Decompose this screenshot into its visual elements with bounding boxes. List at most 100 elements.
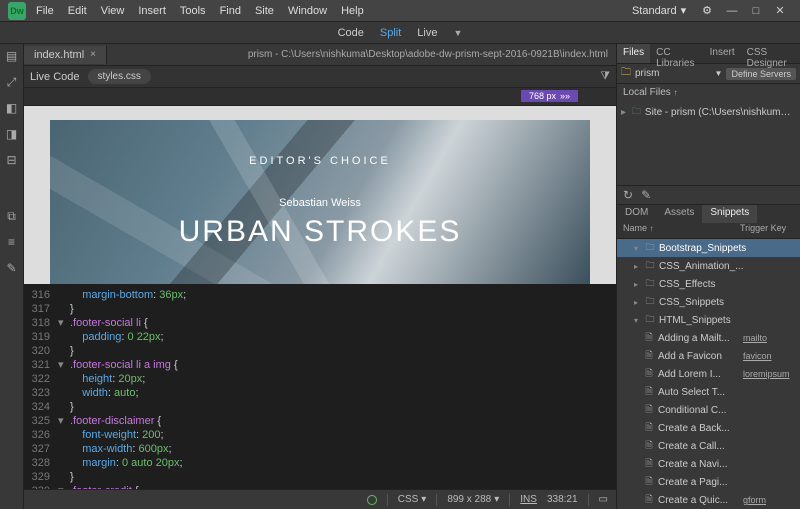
site-root-row[interactable]: ▸ 🗀 Site - prism (C:\Users\nishkuma\Desk… — [621, 103, 796, 121]
sync-settings-icon[interactable]: ⚙ — [702, 4, 712, 17]
snippet-item[interactable]: 🗎Create a Navi... — [617, 455, 800, 473]
snippet-item[interactable]: 🗎Create a Quic...gform — [617, 491, 800, 509]
app-logo: Dw — [8, 2, 26, 20]
menu-window[interactable]: Window — [288, 5, 327, 17]
panel-tabs-bottom: DOM Assets Snippets — [617, 205, 800, 223]
live-preview[interactable]: EDITOR'S CHOICE Sebastian Weiss URBAN ST… — [24, 106, 616, 284]
tab-label: index.html — [34, 49, 84, 61]
breakpoint-marker[interactable]: 768 px »» — [521, 90, 578, 102]
view-split-button[interactable]: Split — [380, 27, 401, 39]
expand-icon[interactable]: ⤢ — [4, 74, 20, 90]
local-files-header: Local Files ↑ — [617, 84, 800, 101]
snippet-item[interactable]: 🗎Create a Back... — [617, 419, 800, 437]
code-line[interactable]: 327 max-width: 600px; — [24, 442, 616, 456]
folder-icon: 🗀 — [621, 65, 631, 82]
insert-mode[interactable]: INS — [520, 494, 537, 505]
window-size[interactable]: 899 x 288▾ — [447, 494, 499, 505]
snippet-folder[interactable]: ▸🗀CSS_Effects — [617, 275, 800, 293]
code-editor[interactable]: 316 margin-bottom: 36px;317}318▾.footer-… — [24, 284, 616, 489]
panel-tabs-top: Files CC Libraries Insert CSS Designer — [617, 44, 800, 64]
snippet-folder[interactable]: ▸🗀CSS_Animation_... — [617, 257, 800, 275]
tab-css-designer[interactable]: CSS Designer — [741, 44, 800, 63]
code-line[interactable]: 320} — [24, 344, 616, 358]
dom-tool-icon[interactable]: ⧉ — [4, 208, 20, 224]
expand-arrow-icon[interactable]: ▸ — [621, 107, 628, 118]
tab-insert[interactable]: Insert — [704, 44, 741, 63]
tab-files[interactable]: Files — [617, 44, 650, 63]
snippet-file-icon: 🗎 — [643, 348, 655, 364]
apply-comment-icon[interactable]: ✎ — [4, 260, 20, 276]
code-line[interactable]: 325▾.footer-disclaimer { — [24, 414, 616, 428]
code-line[interactable]: 328 margin: 0 auto 20px; — [24, 456, 616, 470]
code-line[interactable]: 316 margin-bottom: 36px; — [24, 288, 616, 302]
close-tab-icon[interactable]: × — [90, 49, 96, 60]
tab-assets[interactable]: Assets — [656, 205, 702, 223]
filter-icon[interactable]: ⧩ — [600, 70, 610, 83]
menu-view[interactable]: View — [101, 5, 125, 17]
window-minimize-button[interactable]: — — [720, 5, 744, 17]
collapse-icon[interactable]: ⊟ — [4, 152, 20, 168]
snippet-item[interactable]: 🗎Conditional C... — [617, 401, 800, 419]
view-live-button[interactable]: Live — [417, 27, 437, 39]
inspect-icon[interactable]: ◨ — [4, 126, 20, 142]
live-view-options-icon[interactable]: ◧ — [4, 100, 20, 116]
tab-dom[interactable]: DOM — [617, 205, 656, 223]
snippet-item[interactable]: 🗎Auto Select T... — [617, 383, 800, 401]
stylesheet-name: styles.css — [98, 71, 141, 82]
code-line[interactable]: 329} — [24, 470, 616, 484]
refresh-icon[interactable]: ↻ — [623, 188, 633, 202]
chevron-down-icon[interactable]: ▼ — [715, 69, 723, 78]
document-tab[interactable]: index.html × — [24, 46, 107, 64]
snippet-folder[interactable]: ▾🗀HTML_Snippets — [617, 311, 800, 329]
related-file-pill[interactable]: styles.css — [88, 69, 151, 84]
window-maximize-button[interactable]: □ — [744, 5, 768, 17]
menu-edit[interactable]: Edit — [68, 5, 87, 17]
code-line[interactable]: 324} — [24, 400, 616, 414]
file-management-icon[interactable]: ▤ — [4, 48, 20, 64]
site-name[interactable]: prism — [635, 68, 711, 79]
snippet-item[interactable]: 🗎Add a Faviconfavicon — [617, 347, 800, 365]
tab-cc-libraries[interactable]: CC Libraries — [650, 44, 704, 63]
format-source-icon[interactable]: ≡ — [4, 234, 20, 250]
view-code-button[interactable]: Code — [338, 27, 364, 39]
snippets-list[interactable]: ▾🗀Bootstrap_Snippets▸🗀CSS_Animation_...▸… — [617, 239, 800, 509]
chevron-down-icon[interactable]: ▼ — [453, 28, 462, 38]
expand-arrow-icon[interactable]: ▾ — [631, 244, 641, 253]
file-tree[interactable]: ▸ 🗀 Site - prism (C:\Users\nishkuma\Desk… — [617, 101, 800, 123]
overflow-icon[interactable]: ▭ — [599, 494, 608, 505]
menu-find[interactable]: Find — [220, 5, 241, 17]
snippet-file-icon: 🗎 — [643, 402, 655, 418]
site-root-label: Site - prism (C:\Users\nishkuma\Desktop\… — [645, 107, 796, 118]
menu-site[interactable]: Site — [255, 5, 274, 17]
snippet-folder[interactable]: ▾🗀Bootstrap_Snippets — [617, 239, 800, 257]
menu-tools[interactable]: Tools — [180, 5, 206, 17]
code-line[interactable]: 326 font-weight: 200; — [24, 428, 616, 442]
tab-snippets[interactable]: Snippets — [702, 205, 757, 223]
ruler[interactable]: 768 px »» — [24, 88, 616, 106]
menu-help[interactable]: Help — [341, 5, 364, 17]
code-line[interactable]: 322 height: 20px; — [24, 372, 616, 386]
expand-arrow-icon[interactable]: ▾ — [631, 316, 641, 325]
expand-arrow-icon[interactable]: ▸ — [631, 280, 641, 289]
main-menubar: Dw File Edit View Insert Tools Find Site… — [0, 0, 800, 22]
code-line[interactable]: 319 padding: 0 22px; — [24, 330, 616, 344]
define-servers-button[interactable]: Define Servers — [726, 68, 796, 80]
workspace-switcher[interactable]: Standard ▾ — [632, 4, 686, 17]
snippet-item[interactable]: 🗎Create a Call... — [617, 437, 800, 455]
code-line[interactable]: 318▾.footer-social li { — [24, 316, 616, 330]
error-status-icon[interactable] — [367, 495, 377, 505]
menu-file[interactable]: File — [36, 5, 54, 17]
snippet-folder[interactable]: ▸🗀CSS_Snippets — [617, 293, 800, 311]
new-snippet-icon[interactable]: ✎ — [641, 188, 651, 202]
snippet-item[interactable]: 🗎Adding a Mailt...mailto — [617, 329, 800, 347]
snippet-item[interactable]: 🗎Add Lorem I...loremipsum — [617, 365, 800, 383]
window-close-button[interactable]: ✕ — [768, 4, 792, 17]
expand-arrow-icon[interactable]: ▸ — [631, 298, 641, 307]
code-line[interactable]: 317} — [24, 302, 616, 316]
expand-arrow-icon[interactable]: ▸ — [631, 262, 641, 271]
menu-insert[interactable]: Insert — [138, 5, 166, 17]
code-line[interactable]: 323 width: auto; — [24, 386, 616, 400]
code-line[interactable]: 321▾.footer-social li a img { — [24, 358, 616, 372]
snippet-item[interactable]: 🗎Create a Pagi... — [617, 473, 800, 491]
language-mode[interactable]: CSS▾ — [398, 494, 427, 505]
